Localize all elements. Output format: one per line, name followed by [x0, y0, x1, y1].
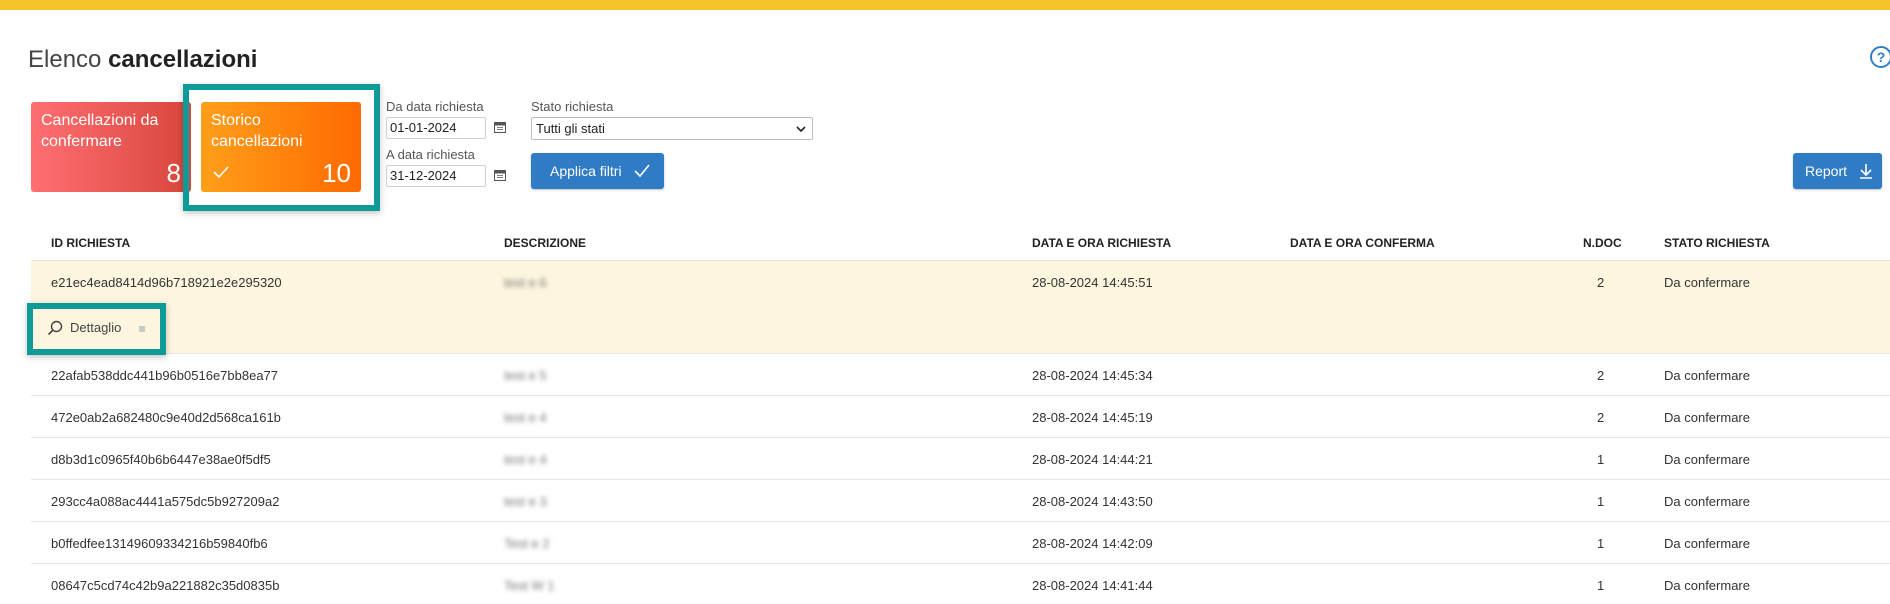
- cell-ndoc: 1: [1597, 452, 1605, 467]
- status-label: Stato richiesta: [531, 99, 614, 114]
- calendar-icon[interactable]: [494, 121, 506, 133]
- card-count: 8: [166, 158, 181, 188]
- cell-id: 472e0ab2a682480c9e40d2d568ca161b: [51, 410, 281, 425]
- download-icon: [1860, 164, 1872, 179]
- cell-status: Da confermare: [1664, 578, 1750, 593]
- from-date-label: Da data richiesta: [386, 99, 484, 114]
- cell-request-date: 28-08-2024 14:45:51: [1032, 275, 1153, 290]
- dettaglio-label: Dettaglio: [70, 320, 122, 335]
- table-row[interactable]: 293cc4a088ac4441a575dc5b927209a2 test e …: [31, 480, 1890, 522]
- table-header: ID RICHIESTA DESCRIZIONE DATA E ORA RICH…: [31, 225, 1890, 261]
- calendar-icon[interactable]: [494, 169, 506, 181]
- page-title: Elenco cancellazioni: [28, 46, 257, 74]
- cell-status: Da confermare: [1664, 410, 1750, 425]
- cell-description: test e 4: [504, 452, 547, 467]
- column-header-status[interactable]: STATO RICHIESTA: [1664, 236, 1770, 250]
- cell-status: Da confermare: [1664, 275, 1750, 290]
- cell-description: Test e 2: [504, 536, 550, 551]
- column-header-description[interactable]: DESCRIZIONE: [504, 236, 586, 250]
- cell-ndoc: 2: [1597, 275, 1605, 290]
- cell-description: Test W 1: [504, 578, 555, 593]
- cell-description: test e 4: [504, 410, 547, 425]
- cell-request-date: 28-08-2024 14:42:09: [1032, 536, 1153, 551]
- cell-request-date: 28-08-2024 14:41:44: [1032, 578, 1153, 593]
- card-count: 10: [322, 158, 351, 188]
- cell-status: Da confermare: [1664, 452, 1750, 467]
- cell-id: 293cc4a088ac4441a575dc5b927209a2: [51, 494, 280, 509]
- cell-description: test e 3: [504, 494, 547, 509]
- table-row[interactable]: 472e0ab2a682480c9e40d2d568ca161b test e …: [31, 396, 1890, 438]
- table-row[interactable]: e21ec4ead8414d96b718921e2e295320 test e …: [31, 261, 1890, 354]
- cell-request-date: 28-08-2024 14:45:19: [1032, 410, 1153, 425]
- cell-ndoc: 1: [1597, 536, 1605, 551]
- cell-ndoc: 2: [1597, 368, 1605, 383]
- column-header-request-date[interactable]: DATA E ORA RICHIESTA: [1032, 236, 1171, 250]
- apply-filters-button[interactable]: Applica filtri: [531, 153, 664, 189]
- cell-status: Da confermare: [1664, 368, 1750, 383]
- to-date-label: A data richiesta: [386, 147, 475, 162]
- status-select[interactable]: Tutti gli stati: [531, 117, 813, 140]
- search-icon: [47, 320, 63, 336]
- table-row[interactable]: 22afab538ddc441b96b0516e7bb8ea77 test e …: [31, 354, 1890, 396]
- dettaglio-button[interactable]: Dettaglio: [39, 315, 157, 341]
- to-date-input[interactable]: 31-12-2024: [386, 165, 486, 187]
- table-row[interactable]: 08647c5cd74c42b9a221882c35d0835b Test W …: [31, 564, 1890, 604]
- top-accent-bar: [0, 0, 1890, 10]
- cell-status: Da confermare: [1664, 536, 1750, 551]
- column-header-ndoc[interactable]: N.DOC: [1583, 236, 1622, 250]
- cell-ndoc: 2: [1597, 410, 1605, 425]
- column-header-id[interactable]: ID RICHIESTA: [51, 236, 130, 250]
- cell-request-date: 28-08-2024 14:43:50: [1032, 494, 1153, 509]
- column-header-confirm-date[interactable]: DATA E ORA CONFERMA: [1290, 236, 1435, 250]
- page-title-bold: cancellazioni: [108, 46, 258, 73]
- table-row[interactable]: d8b3d1c0965f40b6b6447e38ae0f5df5 test e …: [31, 438, 1890, 480]
- report-label: Report: [1805, 163, 1848, 179]
- apply-filters-label: Applica filtri: [550, 163, 622, 179]
- cell-request-date: 28-08-2024 14:45:34: [1032, 368, 1153, 383]
- cell-ndoc: 1: [1597, 494, 1605, 509]
- card-label: Storico cancellazioni: [211, 112, 303, 150]
- from-date-input[interactable]: 01-01-2024: [386, 117, 486, 139]
- card-storico-cancellazioni[interactable]: Storico cancellazioni 10: [201, 102, 361, 192]
- cell-id: e21ec4ead8414d96b718921e2e295320: [51, 275, 282, 290]
- cell-id: d8b3d1c0965f40b6b6447e38ae0f5df5: [51, 452, 271, 467]
- page-title-light: Elenco: [28, 46, 102, 73]
- cell-description: test e 6: [504, 275, 547, 290]
- card-cancellazioni-da-confermare[interactable]: Cancellazioni da confermare 8: [31, 102, 191, 192]
- cell-request-date: 28-08-2024 14:44:21: [1032, 452, 1153, 467]
- cell-id: 08647c5cd74c42b9a221882c35d0835b: [51, 578, 280, 593]
- report-button[interactable]: Report: [1793, 153, 1882, 189]
- cell-description: test e 5: [504, 368, 547, 383]
- help-icon[interactable]: ?: [1870, 46, 1890, 68]
- check-icon: [634, 164, 650, 178]
- card-label: Cancellazioni da confermare: [41, 112, 159, 150]
- status-select-value: Tutti gli stati: [536, 121, 605, 136]
- check-icon: [213, 166, 229, 179]
- drag-handle-icon: [139, 326, 145, 332]
- cell-id: 22afab538ddc441b96b0516e7bb8ea77: [51, 368, 279, 383]
- cell-ndoc: 1: [1597, 578, 1605, 593]
- cell-id: b0ffedfee13149609334216b59840fb6: [51, 536, 268, 551]
- table-row[interactable]: b0ffedfee13149609334216b59840fb6 Test e …: [31, 522, 1890, 564]
- cell-status: Da confermare: [1664, 494, 1750, 509]
- chevron-down-icon: [796, 126, 806, 133]
